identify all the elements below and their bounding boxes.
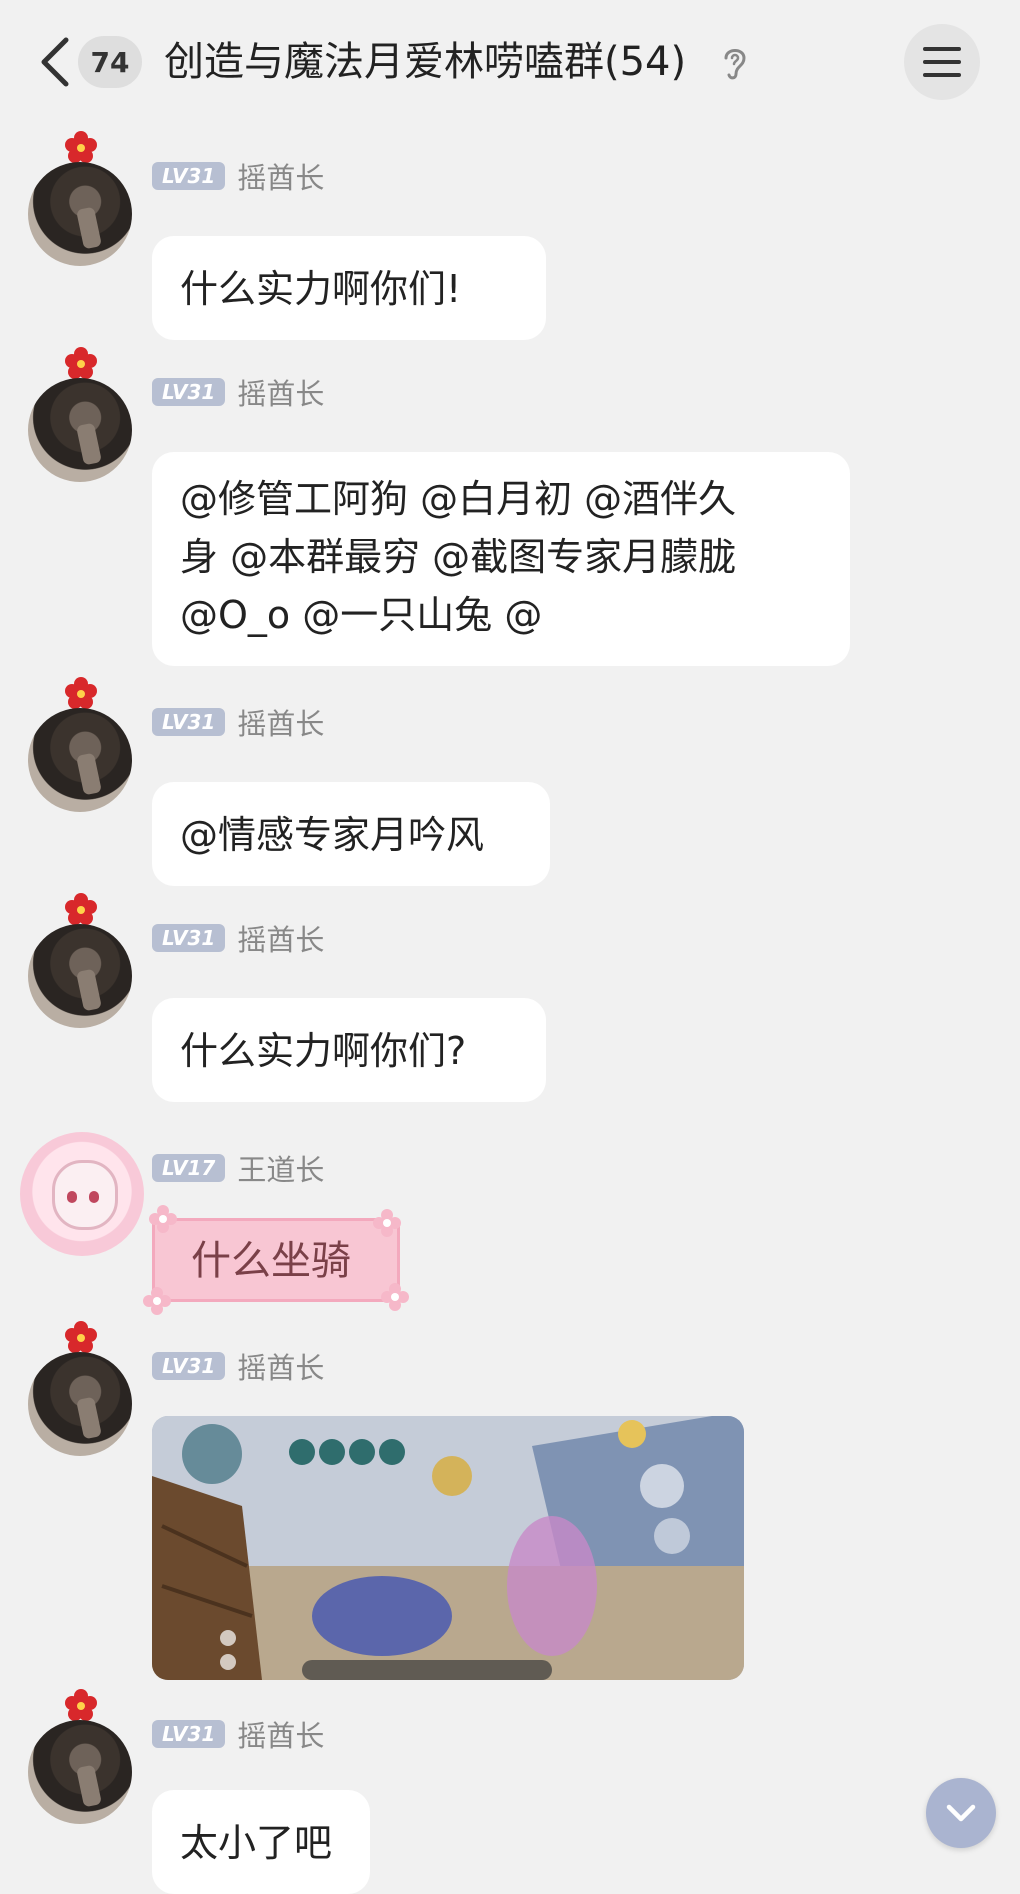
message-text: 什么实力啊你们? xyxy=(180,1029,467,1073)
sender-name[interactable]: 摇酋长 xyxy=(237,1713,324,1755)
message-bubble[interactable]: @修管工阿狗 @白月初 @酒伴久 身 @本群最穷 @截图专家月朦胧 @O_o @… xyxy=(152,452,850,666)
message-text: 什么坐骑 xyxy=(191,1238,351,1284)
chevron-down-icon xyxy=(946,1804,976,1822)
message-bubble[interactable]: 什么实力啊你们! xyxy=(152,236,546,340)
game-scene-illustration xyxy=(152,1416,744,1680)
sender-avatar[interactable] xyxy=(28,892,132,1028)
menu-button[interactable] xyxy=(904,24,980,100)
level-badge: LV31 xyxy=(152,1352,226,1380)
message: LV31 摇酋长 @修管工阿狗 @白月初 @酒伴久 身 @本群最穷 @截图专家月… xyxy=(0,346,1020,670)
blossom-decoration-icon xyxy=(381,1283,409,1311)
message-bubble[interactable]: 什么实力啊你们? xyxy=(152,998,546,1102)
sender-name[interactable]: 摇酋长 xyxy=(237,701,324,743)
sender-avatar[interactable] xyxy=(28,1688,132,1824)
message: LV31 摇酋长 什么实力啊你们! xyxy=(0,130,1020,340)
avatar xyxy=(28,378,132,482)
unread-count-badge[interactable]: 74 xyxy=(78,36,142,88)
message-bubble[interactable]: @情感专家月吟风 xyxy=(152,782,550,886)
sender-meta: LV31 摇酋长 xyxy=(152,917,324,959)
flower-decoration-icon xyxy=(65,1689,97,1721)
sender-avatar[interactable] xyxy=(28,1320,132,1456)
level-badge: LV17 xyxy=(152,1154,226,1182)
level-badge: LV31 xyxy=(152,708,226,736)
message-text: @情感专家月吟风 xyxy=(180,813,485,857)
chevron-left-icon xyxy=(41,37,69,87)
message: LV31 摇酋长 太小了吧 xyxy=(0,1688,1020,1894)
avatar xyxy=(28,162,132,266)
message-text-line: @修管工阿狗 @白月初 @酒伴久 xyxy=(180,477,737,521)
flower-decoration-icon xyxy=(65,1321,97,1353)
blossom-decoration-icon xyxy=(149,1205,177,1233)
sender-name[interactable]: 王道长 xyxy=(237,1147,324,1189)
sender-avatar[interactable] xyxy=(20,1132,144,1256)
blossom-decoration-icon xyxy=(373,1209,401,1237)
sender-meta: LV31 摇酋长 xyxy=(152,371,324,413)
flower-decoration-icon xyxy=(65,677,97,709)
message: LV31 摇酋长 什么实力啊你们? xyxy=(0,892,1020,1104)
sender-meta: LV17 王道长 xyxy=(152,1147,324,1189)
level-badge: LV31 xyxy=(152,162,226,190)
level-badge: LV31 xyxy=(152,1720,226,1748)
sender-name[interactable]: 摇酋长 xyxy=(237,155,324,197)
avatar xyxy=(28,1352,132,1456)
sender-avatar[interactable] xyxy=(28,676,132,812)
sender-meta: LV31 摇酋长 xyxy=(152,1345,324,1387)
game-screenshot-image[interactable] xyxy=(152,1416,744,1680)
chat-header: 74 创造与魔法月爱林唠嗑群(54) xyxy=(0,0,1020,124)
message-bubble[interactable]: 什么坐骑 xyxy=(152,1218,400,1302)
chat-title: 创造与魔法月爱林唠嗑群(54) xyxy=(164,39,687,85)
ear-icon[interactable] xyxy=(720,44,750,82)
scroll-to-bottom-button[interactable] xyxy=(926,1778,996,1848)
message: LV17 王道长 什么坐骑 xyxy=(0,1132,1020,1332)
sender-name[interactable]: 摇酋长 xyxy=(237,371,324,413)
sender-avatar[interactable] xyxy=(28,130,132,266)
message: LV31 摇酋长 @情感专家月吟风 xyxy=(0,676,1020,888)
message-bubble[interactable]: 太小了吧 xyxy=(152,1790,370,1894)
sender-name[interactable]: 摇酋长 xyxy=(237,1345,324,1387)
message-text-line: @O_o @一只山兔 @ xyxy=(180,593,543,637)
avatar xyxy=(28,924,132,1028)
avatar xyxy=(20,1132,144,1256)
flower-decoration-icon xyxy=(65,347,97,379)
message-text: 什么实力啊你们! xyxy=(180,267,462,311)
blossom-decoration-icon xyxy=(143,1287,171,1315)
level-badge: LV31 xyxy=(152,924,226,952)
sender-meta: LV31 摇酋长 xyxy=(152,701,324,743)
sender-name[interactable]: 摇酋长 xyxy=(237,917,324,959)
flower-decoration-icon xyxy=(65,893,97,925)
back-button[interactable] xyxy=(36,34,76,90)
hamburger-menu-icon xyxy=(923,47,961,77)
sender-meta: LV31 摇酋长 xyxy=(152,155,324,197)
sender-meta: LV31 摇酋长 xyxy=(152,1713,324,1755)
message: LV31 摇酋长 xyxy=(0,1320,1020,1686)
flower-decoration-icon xyxy=(65,131,97,163)
avatar xyxy=(28,1720,132,1824)
message-text-line: 身 @本群最穷 @截图专家月朦胧 xyxy=(180,535,737,579)
level-badge: LV31 xyxy=(152,378,226,406)
avatar xyxy=(28,708,132,812)
message-text: 太小了吧 xyxy=(180,1821,333,1865)
sender-avatar[interactable] xyxy=(28,346,132,482)
